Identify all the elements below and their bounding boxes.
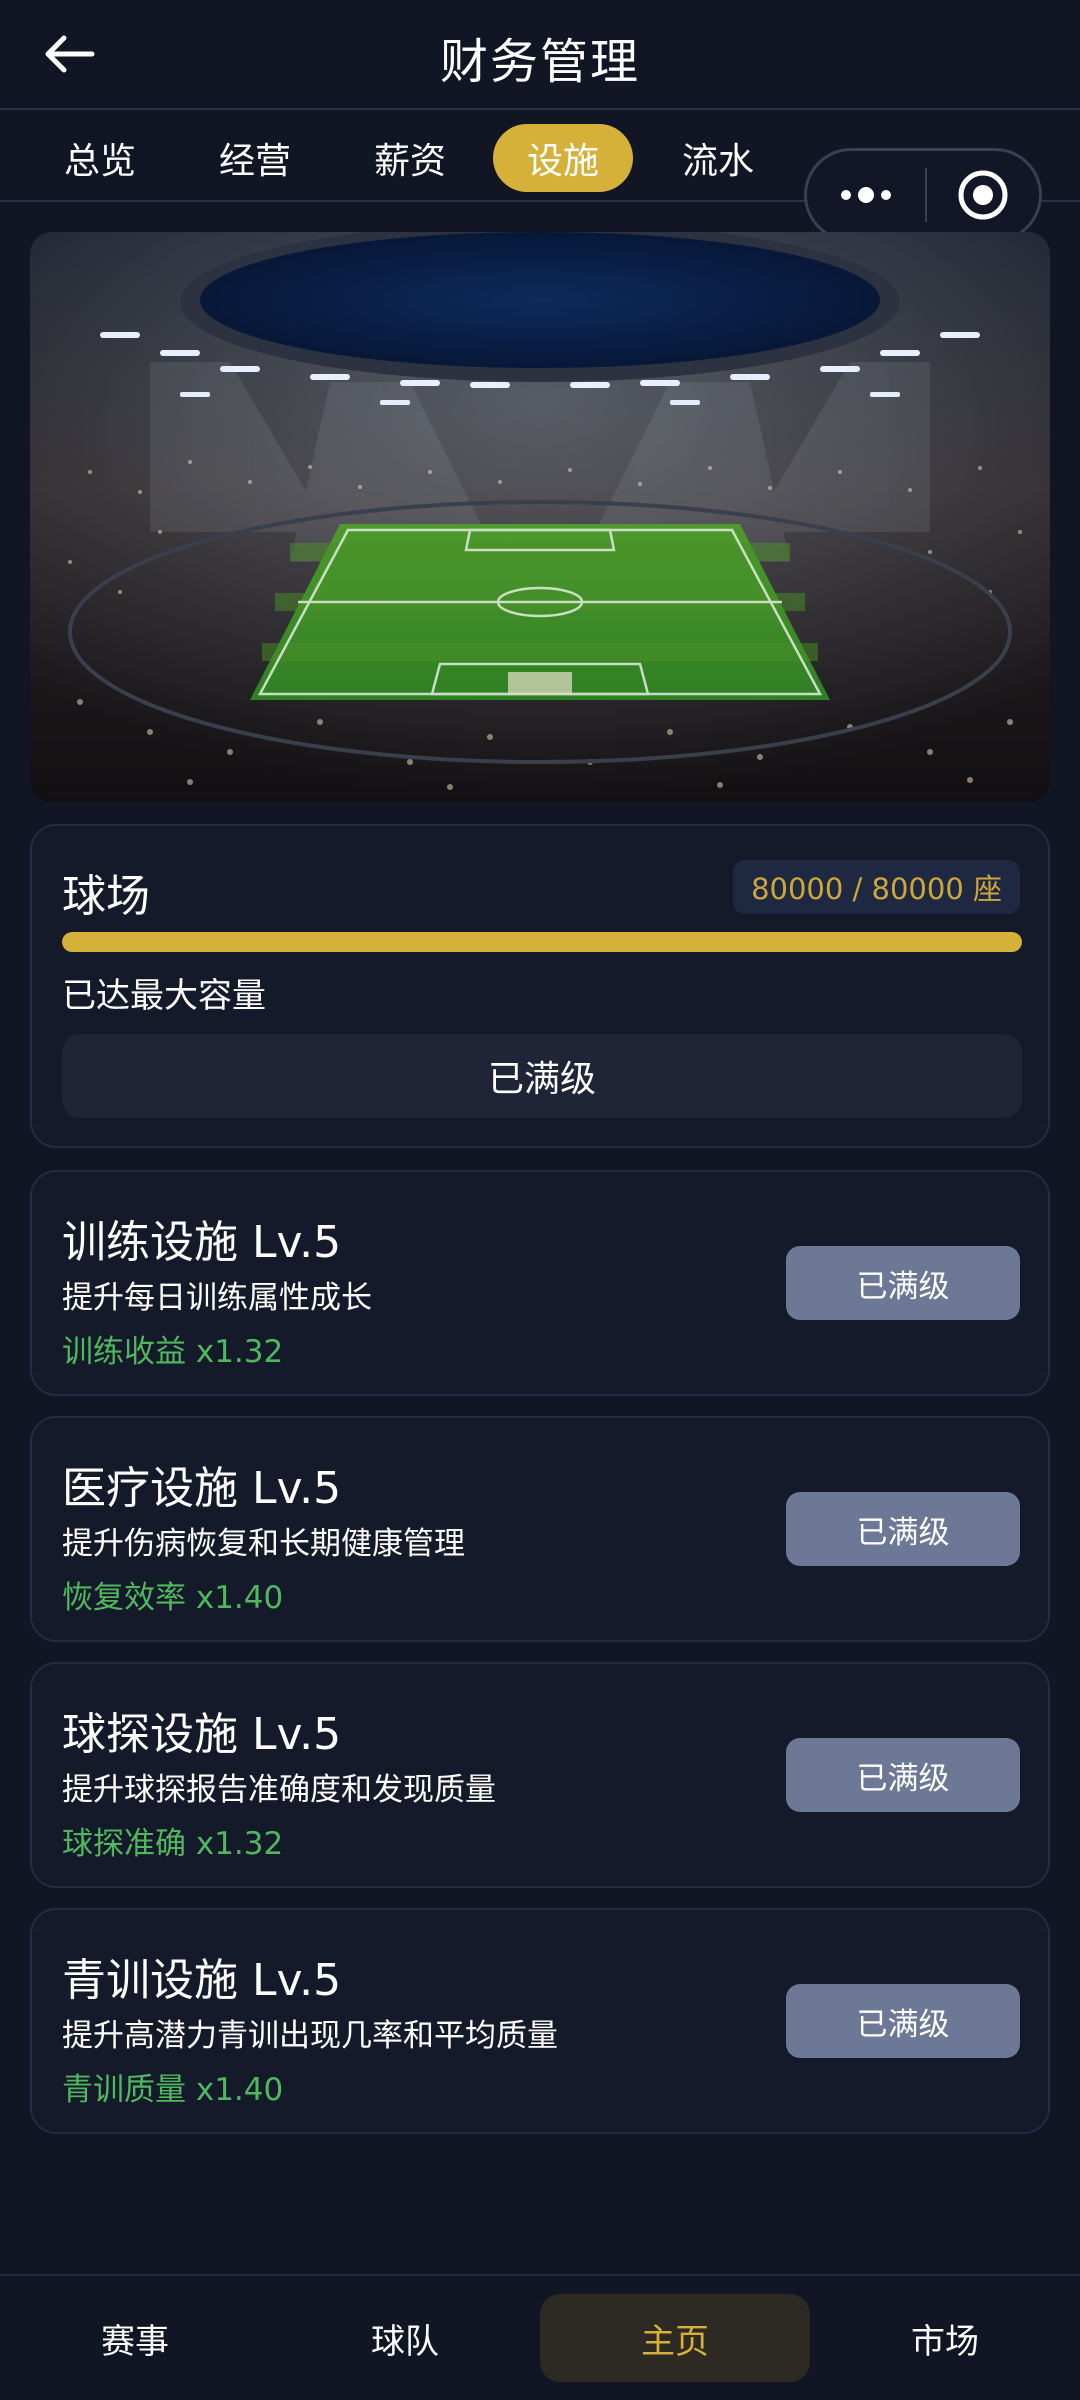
nav-home[interactable]: 主页 [540,2294,810,2382]
facility-description: 提升高潜力青训出现几率和平均质量 [62,2018,558,2054]
facility-max-level-button[interactable]: 已满级 [786,1738,1020,1812]
facility-card-training: 训练设施 Lv.5 提升每日训练属性成长 训练收益 x1.32 已满级 [30,1170,1050,1396]
close-button[interactable] [927,151,1039,239]
facility-title: 球探设施 Lv.5 [62,1709,342,1760]
facility-title: 训练设施 Lv.5 [62,1217,342,1268]
facility-card-youth: 青训设施 Lv.5 提升高潜力青训出现几率和平均质量 青训质量 x1.40 已满… [30,1908,1050,2134]
bottom-nav: 赛事 球队 主页 市场 [0,2274,1080,2400]
facility-max-level-button[interactable]: 已满级 [786,1492,1020,1566]
facility-bonus: 青训质量 x1.40 [62,2072,284,2108]
miniprogram-capsule [804,148,1042,242]
facility-bonus: 恢复效率 x1.40 [62,1580,284,1616]
facility-description: 提升每日训练属性成长 [62,1280,372,1316]
more-dots-icon [841,187,891,203]
facility-card-medical: 医疗设施 Lv.5 提升伤病恢复和长期健康管理 恢复效率 x1.40 已满级 [30,1416,1050,1642]
capacity-progress-bar [62,932,1022,952]
facility-max-level-button[interactable]: 已满级 [786,1984,1020,2058]
header: 财务管理 [0,0,1080,110]
facility-title: 医疗设施 Lv.5 [62,1463,342,1514]
more-button[interactable] [807,151,925,239]
facility-description: 提升球探报告准确度和发现质量 [62,1772,496,1808]
capacity-progress-fill [62,932,1022,952]
page-title: 财务管理 [439,34,640,90]
target-circle-icon [958,170,1008,220]
facility-max-level-button[interactable]: 已满级 [786,1246,1020,1320]
tab-overview[interactable]: 总览 [30,124,170,192]
stadium-status: 已达最大容量 [62,976,266,1016]
capacity-badge: 80000 / 80000 座 [733,860,1020,914]
tab-facilities[interactable]: 设施 [493,124,633,192]
facility-card-scouting: 球探设施 Lv.5 提升球探报告准确度和发现质量 球探准确 x1.32 已满级 [30,1662,1050,1888]
tab-operations[interactable]: 经营 [185,124,325,192]
facilities-page: 财务管理 总览 经营 薪资 设施 流水 球场 80000 / 80000 座 已… [0,0,1080,2400]
facility-bonus: 球探准确 x1.32 [62,1826,284,1862]
facility-title: 青训设施 Lv.5 [62,1955,342,2006]
tab-transactions[interactable]: 流水 [648,124,788,192]
nav-matches[interactable]: 赛事 [0,2294,270,2382]
stadium-card: 球场 80000 / 80000 座 已达最大容量 已满级 [30,824,1050,1148]
stadium-max-level-button[interactable]: 已满级 [62,1034,1022,1118]
tab-salary[interactable]: 薪资 [340,124,480,192]
football-stadium-image [30,232,1050,802]
nav-team[interactable]: 球队 [270,2294,540,2382]
facility-description: 提升伤病恢复和长期健康管理 [62,1526,465,1562]
stadium-title: 球场 [62,871,150,922]
nav-market[interactable]: 市场 [810,2294,1080,2382]
facility-bonus: 训练收益 x1.32 [62,1334,284,1370]
stadium-image [30,232,1050,802]
